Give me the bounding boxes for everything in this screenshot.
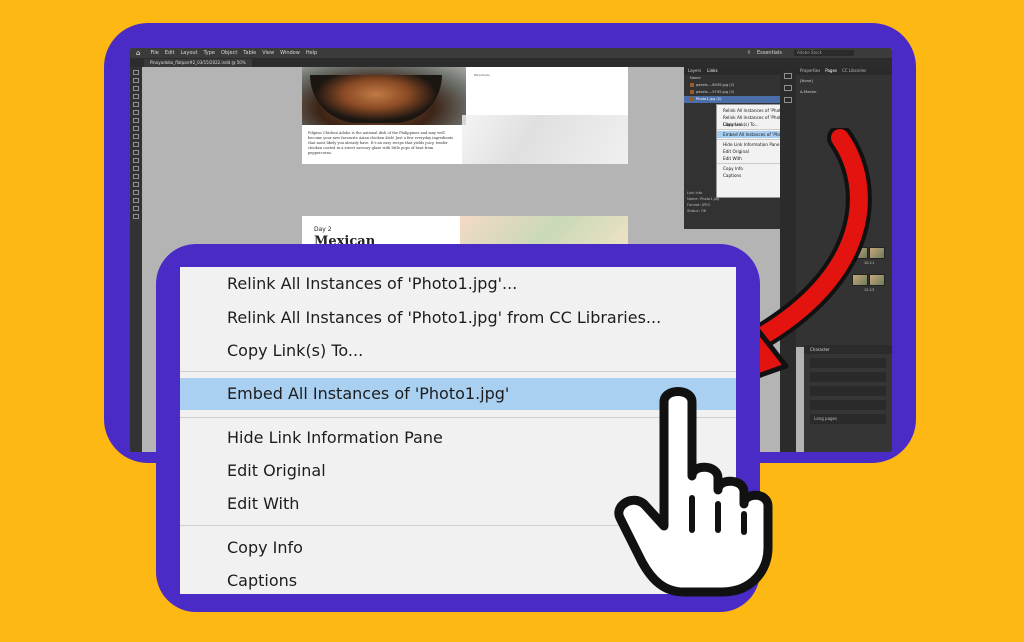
share-icon[interactable]: ⇪ <box>747 50 751 56</box>
spread-1[interactable]: Pilipino Chicken Adobo is the national d… <box>302 67 628 164</box>
line-tool-icon[interactable] <box>133 118 139 123</box>
spread-1-directions: Directions <box>474 73 490 77</box>
rectangle-frame-tool-icon[interactable] <box>133 142 139 147</box>
document-tab-bar: Pinoyadobo_flatpan#2_03/15/2022.indd @ 5… <box>130 58 892 67</box>
spread-1-caption: Pilipino Chicken Adobo is the national d… <box>308 131 454 155</box>
texture-image <box>462 115 628 164</box>
menu-item-relink-cc-libraries[interactable]: Relink All Instances of 'Photo1.jpg' fro… <box>180 302 736 334</box>
fill-stroke-icon[interactable] <box>133 214 139 219</box>
zoom-tool-icon[interactable] <box>133 206 139 211</box>
menu-file[interactable]: File <box>150 50 158 56</box>
home-icon[interactable]: ⌂ <box>136 49 140 57</box>
menu-view[interactable]: View <box>262 50 274 56</box>
link-row-label: pexels-...9745.jpg (2) <box>696 90 735 94</box>
link-row-label: Photo1.jpg (2) <box>696 97 722 101</box>
hand-pointer-icon <box>614 387 773 597</box>
link-thumbnail <box>690 83 694 87</box>
pan-image <box>310 75 442 123</box>
pages-icon[interactable] <box>784 97 792 103</box>
direct-selection-tool-icon[interactable] <box>133 78 139 83</box>
pencil-tool-icon[interactable] <box>133 134 139 139</box>
master-none[interactable]: [None] <box>796 75 892 86</box>
menu-type[interactable]: Type <box>204 50 215 56</box>
link-row-label: pexels-...8939.jpg (2) <box>696 83 735 87</box>
free-transform-tool-icon[interactable] <box>133 166 139 171</box>
tab-links[interactable]: Links <box>707 67 717 75</box>
menu-edit[interactable]: Edit <box>165 50 175 56</box>
rectangle-tool-icon[interactable] <box>133 150 139 155</box>
type-tool-icon[interactable] <box>133 110 139 115</box>
document-tab[interactable]: Pinoyadobo_flatpan#2_03/15/2022.indd @ 5… <box>144 59 252 67</box>
menu-item-copy-links[interactable]: Copy Link(s) To... <box>180 335 736 367</box>
language-field[interactable]: Lang pages <box>810 414 886 424</box>
spread-2-day: Day 2 <box>314 226 332 233</box>
pen-tool-icon[interactable] <box>133 126 139 131</box>
links-name-header[interactable]: Name <box>684 75 780 82</box>
tab-pages[interactable]: Pages <box>825 67 837 75</box>
menu-table[interactable]: Table <box>243 50 256 56</box>
link-row-selected[interactable]: Photo1.jpg (2) <box>684 96 780 103</box>
link-thumbnail <box>690 90 694 94</box>
content-collector-icon[interactable] <box>133 102 139 107</box>
selection-tool-icon[interactable] <box>133 70 139 75</box>
master-a[interactable]: A-Master <box>796 86 892 97</box>
menu-separator <box>180 371 736 372</box>
links-panel-tabs: Layers Links <box>684 67 780 75</box>
note-tool-icon[interactable] <box>133 182 139 187</box>
tab-layers[interactable]: Layers <box>688 67 701 75</box>
tab-properties[interactable]: Properties <box>800 67 820 75</box>
link-row[interactable]: pexels-...9745.jpg (2) <box>684 89 780 96</box>
links-icon[interactable] <box>784 85 792 91</box>
workspace-switcher[interactable]: Essentials <box>757 50 782 56</box>
gap-tool-icon[interactable] <box>133 94 139 99</box>
adobo-photo[interactable] <box>302 67 466 125</box>
link-row[interactable]: pexels-...8939.jpg (2) <box>684 82 780 89</box>
menu-object[interactable]: Object <box>221 50 237 56</box>
menu-bar: ⌂ File Edit Layout Type Object Table Vie… <box>130 48 892 58</box>
search-field[interactable]: Adobe Stock <box>794 50 854 56</box>
menu-item-relink[interactable]: Relink All Instances of 'Photo1.jpg'... <box>180 268 736 300</box>
menu-window[interactable]: Window <box>280 50 300 56</box>
layers-icon[interactable] <box>784 73 792 79</box>
scissors-tool-icon[interactable] <box>133 158 139 163</box>
hand-tool-icon[interactable] <box>133 198 139 203</box>
pages-panel-tabs: Properties Pages CC Libraries <box>796 67 892 75</box>
link-thumbnail <box>690 97 694 101</box>
tools-panel <box>130 67 142 452</box>
menu-help[interactable]: Help <box>306 50 317 56</box>
gradient-tool-icon[interactable] <box>133 174 139 179</box>
menu-layout[interactable]: Layout <box>181 50 198 56</box>
tab-cc-libraries[interactable]: CC Libraries <box>842 67 866 75</box>
eyedropper-tool-icon[interactable] <box>133 190 139 195</box>
page-tool-icon[interactable] <box>133 86 139 91</box>
